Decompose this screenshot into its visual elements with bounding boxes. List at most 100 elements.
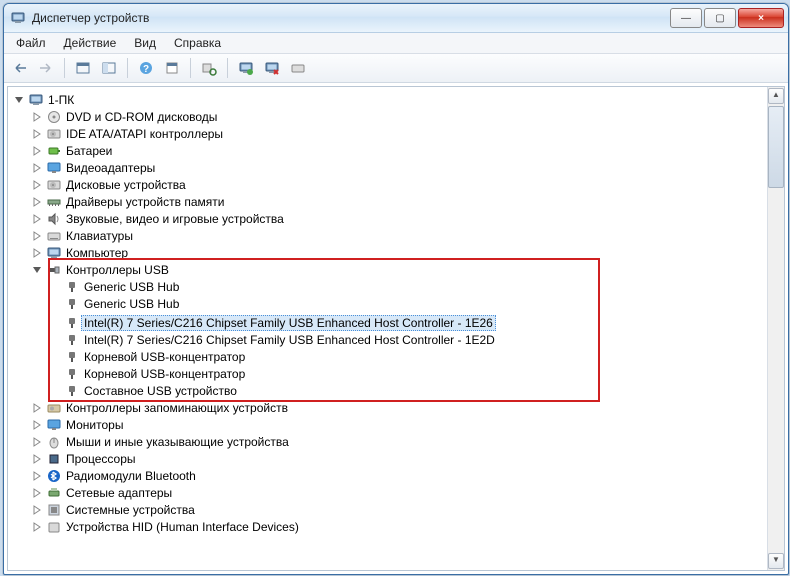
tree-item-dvd-cdrom[interactable]: DVD и CD-ROM дисководы (30, 108, 767, 125)
network-icon (46, 485, 62, 501)
storage-controller-icon (46, 400, 62, 416)
expander-open-icon[interactable] (32, 265, 42, 275)
toolbar-show-hide-tree-button[interactable] (71, 56, 95, 80)
scroll-thumb[interactable] (768, 106, 784, 188)
toolbar-view-button[interactable] (97, 56, 121, 80)
expander-closed-icon[interactable] (32, 214, 42, 224)
tree-item-disk[interactable]: Дисковые устройства (30, 176, 767, 193)
titlebar[interactable]: Диспетчер устройств — ▢ × (4, 4, 788, 33)
menu-file[interactable]: Файл (8, 34, 54, 52)
tree-item-storage-controllers[interactable]: Контроллеры запоминающих устройств (30, 400, 767, 417)
tree-root[interactable]: 1-ПК DVD и CD-ROM дисководы IDE ATA/ATAP… (12, 91, 767, 536)
tree-item-usb-controllers[interactable]: Контроллеры USB Generic USB Hub Generic … (30, 261, 767, 400)
tree-item-label: Generic USB Hub (84, 280, 179, 294)
sound-icon (46, 211, 62, 227)
expander-closed-icon[interactable] (32, 403, 42, 413)
bluetooth-icon (46, 468, 62, 484)
tree-item-label: Клавиатуры (66, 229, 133, 243)
menu-help[interactable]: Справка (166, 34, 229, 52)
tree-item-bluetooth[interactable]: Радиомодули Bluetooth (30, 468, 767, 485)
expander-closed-icon[interactable] (32, 420, 42, 430)
expander-closed-icon[interactable] (32, 437, 42, 447)
menu-view[interactable]: Вид (126, 34, 164, 52)
tree-root-label: 1-ПК (48, 93, 74, 107)
tree-item-keyboards[interactable]: Клавиатуры (30, 227, 767, 244)
tree-item-label: Мыши и иные указывающие устройства (66, 435, 289, 449)
expander-closed-icon[interactable] (32, 129, 42, 139)
window-frame: Диспетчер устройств — ▢ × Файл Действие … (3, 3, 789, 575)
tree-item-usb-root-hub-2[interactable]: Корневой USB-концентратор (48, 366, 767, 383)
tree-item-label: Мониторы (66, 418, 123, 432)
toolbar-help-button[interactable] (134, 56, 158, 80)
device-tree: 1-ПК DVD и CD-ROM дисководы IDE ATA/ATAP… (8, 87, 767, 570)
expander-closed-icon[interactable] (32, 488, 42, 498)
tree-item-sound[interactable]: Звуковые, видео и игровые устройства (30, 210, 767, 227)
expander-closed-icon[interactable] (32, 180, 42, 190)
hdd-icon (46, 126, 62, 142)
tree-item-label: DVD и CD-ROM дисководы (66, 110, 217, 124)
tree-item-label: Корневой USB-концентратор (84, 367, 245, 381)
expander-closed-icon[interactable] (32, 197, 42, 207)
toolbar-forward-button[interactable] (34, 56, 58, 80)
computer-icon (28, 92, 44, 108)
minimize-button[interactable]: — (670, 8, 702, 28)
tree-item-usb-controller-1e26[interactable]: Intel(R) 7 Series/C216 Chipset Family US… (48, 312, 767, 332)
tree-item-computer[interactable]: Компьютер (30, 244, 767, 261)
tree-item-video[interactable]: Видеоадаптеры (30, 159, 767, 176)
menu-action[interactable]: Действие (56, 34, 125, 52)
window-title: Диспетчер устройств (32, 11, 670, 25)
tree-item-label: Контроллеры запоминающих устройств (66, 401, 288, 415)
tree-item-ide[interactable]: IDE ATA/ATAPI контроллеры (30, 125, 767, 142)
tree-item-label: Контроллеры USB (66, 263, 169, 277)
tree-item-cpu[interactable]: Процессоры (30, 451, 767, 468)
tree-item-usb-hub-2[interactable]: Generic USB Hub (48, 295, 767, 312)
toolbar-scan-button[interactable] (197, 56, 221, 80)
tree-item-label: Дисковые устройства (66, 178, 186, 192)
tree-item-usb-root-hub-1[interactable]: Корневой USB-концентратор (48, 349, 767, 366)
tree-item-label: Процессоры (66, 452, 136, 466)
tree-item-mice[interactable]: Мыши и иные указывающие устройства (30, 434, 767, 451)
expander-closed-icon[interactable] (32, 231, 42, 241)
scroll-down-button[interactable]: ▼ (768, 553, 784, 569)
tree-item-monitors[interactable]: Мониторы (30, 417, 767, 434)
usb-plug-icon (64, 315, 80, 331)
disc-icon (46, 109, 62, 125)
tree-item-label: Компьютер (66, 246, 128, 260)
tree-item-label: Радиомодули Bluetooth (66, 469, 196, 483)
tree-item-label: Intel(R) 7 Series/C216 Chipset Family US… (84, 316, 493, 330)
close-button[interactable]: × (738, 8, 784, 28)
tree-item-memory-drivers[interactable]: Драйверы устройств памяти (30, 193, 767, 210)
expander-closed-icon[interactable] (32, 471, 42, 481)
tree-item-usb-controller-1e2d[interactable]: Intel(R) 7 Series/C216 Chipset Family US… (48, 332, 767, 349)
vertical-scrollbar[interactable]: ▲ ▼ (767, 87, 784, 570)
expander-closed-icon[interactable] (32, 163, 42, 173)
tree-item-label: Сетевые адаптеры (66, 486, 172, 500)
tree-item-hid[interactable]: Устройства HID (Human Interface Devices) (30, 519, 767, 536)
display-icon (46, 160, 62, 176)
toolbar-uninstall-button[interactable] (260, 56, 284, 80)
expander-closed-icon[interactable] (32, 522, 42, 532)
tree-item-usb-composite[interactable]: Составное USB устройство (48, 383, 767, 400)
expander-closed-icon[interactable] (32, 454, 42, 464)
tree-item-network[interactable]: Сетевые адаптеры (30, 485, 767, 502)
separator-icon (127, 58, 128, 78)
expander-closed-icon[interactable] (32, 248, 42, 258)
expander-closed-icon[interactable] (32, 112, 42, 122)
mouse-icon (46, 434, 62, 450)
computer-icon (46, 245, 62, 261)
tree-item-system[interactable]: Системные устройства (30, 502, 767, 519)
expander-closed-icon[interactable] (32, 505, 42, 515)
toolbar-back-button[interactable] (8, 56, 32, 80)
expander-open-icon[interactable] (14, 95, 24, 105)
usb-plug-icon (64, 366, 80, 382)
toolbar-update-driver-button[interactable] (234, 56, 258, 80)
expander-closed-icon[interactable] (32, 146, 42, 156)
content-area: 1-ПК DVD и CD-ROM дисководы IDE ATA/ATAP… (7, 86, 785, 571)
tree-item-usb-hub-1[interactable]: Generic USB Hub (48, 278, 767, 295)
maximize-button[interactable]: ▢ (704, 8, 736, 28)
toolbar-properties-button[interactable] (160, 56, 184, 80)
toolbar-misc-button[interactable] (286, 56, 310, 80)
system-device-icon (46, 502, 62, 518)
scroll-up-button[interactable]: ▲ (768, 88, 784, 104)
tree-item-batteries[interactable]: Батареи (30, 142, 767, 159)
